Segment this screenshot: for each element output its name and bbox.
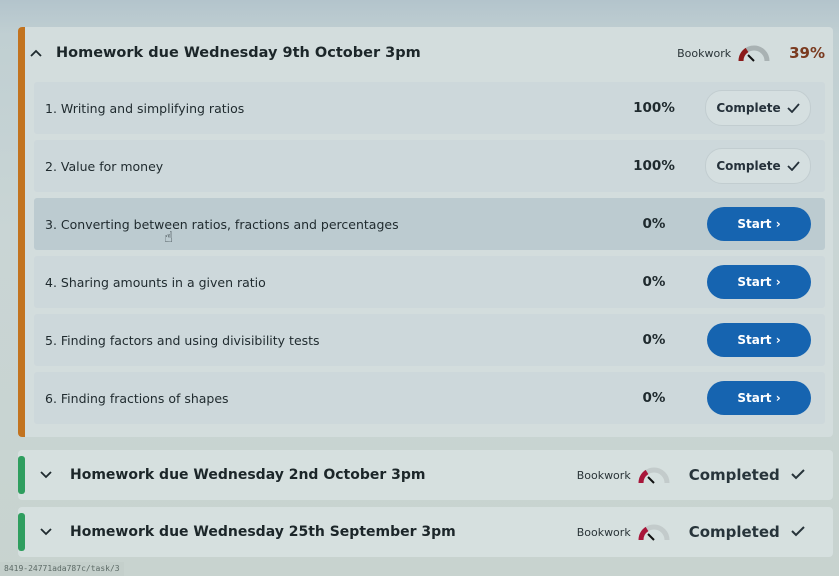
- complete-button[interactable]: Complete: [705, 148, 811, 184]
- chevron-right-icon: ›: [775, 275, 781, 289]
- start-button[interactable]: Start ›: [707, 381, 811, 415]
- bookwork-label: Bookwork: [677, 46, 732, 60]
- task-row[interactable]: 1. Writing and simplifying ratios 100% C…: [34, 82, 825, 134]
- bookwork-gauge-icon: [738, 45, 770, 62]
- task-name: 3. Converting between ratios, fractions …: [45, 216, 399, 232]
- complete-button-label: Complete: [716, 101, 781, 115]
- task-percent: 0%: [642, 216, 666, 232]
- homework-panel-25-sep[interactable]: Homework due Wednesday 25th September 3p…: [18, 507, 833, 557]
- completed-status: Completed: [689, 523, 805, 541]
- start-button-label: Start: [737, 391, 772, 405]
- task-row[interactable]: 2. Value for money 100% Complete: [34, 140, 825, 192]
- start-button-label: Start: [737, 333, 772, 347]
- completed-status: Completed: [689, 466, 805, 484]
- bookwork-gauge-icon: [638, 524, 670, 541]
- start-button-label: Start: [737, 275, 772, 289]
- chevron-down-icon[interactable]: [36, 471, 56, 479]
- start-button[interactable]: Start ›: [707, 207, 811, 241]
- homework-panel-2-oct[interactable]: Homework due Wednesday 2nd October 3pm B…: [18, 450, 833, 500]
- task-percent: 0%: [642, 332, 666, 348]
- checkmark-icon: [791, 469, 805, 480]
- start-button[interactable]: Start ›: [707, 265, 811, 299]
- homework-header[interactable]: Homework due Wednesday 2nd October 3pm B…: [18, 450, 833, 500]
- task-row[interactable]: 4. Sharing amounts in a given ratio 0% S…: [34, 256, 825, 308]
- start-button-label: Start: [737, 217, 772, 231]
- task-name: 6. Finding fractions of shapes: [45, 390, 229, 406]
- homework-title: Homework due Wednesday 9th October 3pm: [56, 45, 421, 61]
- checkmark-icon: [791, 526, 805, 537]
- complete-button[interactable]: Complete: [705, 90, 811, 126]
- task-list: 1. Writing and simplifying ratios 100% C…: [34, 82, 825, 430]
- task-name: 1. Writing and simplifying ratios: [45, 100, 245, 116]
- task-percent: 100%: [633, 100, 675, 116]
- task-percent: 0%: [642, 390, 666, 406]
- task-row[interactable]: 3. Converting between ratios, fractions …: [34, 198, 825, 250]
- bookwork-gauge-icon: [638, 467, 670, 484]
- chevron-up-icon[interactable]: [26, 49, 46, 57]
- task-name: 5. Finding factors and using divisibilit…: [45, 332, 320, 348]
- task-name: 2. Value for money: [45, 158, 164, 174]
- chevron-right-icon: ›: [775, 333, 781, 347]
- complete-button-label: Complete: [716, 159, 781, 173]
- chevron-right-icon: ›: [775, 217, 781, 231]
- homework-accent-bar: [18, 27, 25, 437]
- homework-title: Homework due Wednesday 2nd October 3pm: [70, 467, 426, 483]
- task-name: 4. Sharing amounts in a given ratio: [45, 274, 266, 290]
- task-percent: 0%: [642, 274, 666, 290]
- checkmark-icon: [787, 103, 800, 113]
- completed-label: Completed: [688, 466, 780, 484]
- hand-pointer-icon: ☝: [164, 228, 174, 246]
- bookwork-label: Bookwork: [576, 468, 631, 482]
- homework-header[interactable]: Homework due Wednesday 9th October 3pm B…: [18, 27, 833, 79]
- homework-progress: 39%: [789, 44, 825, 62]
- chevron-right-icon: ›: [775, 391, 781, 405]
- task-row[interactable]: 5. Finding factors and using divisibilit…: [34, 314, 825, 366]
- task-percent: 100%: [633, 158, 675, 174]
- start-button[interactable]: Start ›: [707, 323, 811, 357]
- checkmark-icon: [787, 161, 800, 171]
- homework-title: Homework due Wednesday 25th September 3p…: [70, 524, 456, 540]
- status-bar-url: 8419-24771ada787c/task/3: [0, 562, 124, 576]
- homework-header[interactable]: Homework due Wednesday 25th September 3p…: [18, 507, 833, 557]
- chevron-down-icon[interactable]: [36, 528, 56, 536]
- completed-label: Completed: [688, 523, 780, 541]
- task-row[interactable]: 6. Finding fractions of shapes 0% Start …: [34, 372, 825, 424]
- homework-panel-9-oct: Homework due Wednesday 9th October 3pm B…: [18, 27, 833, 437]
- bookwork-label: Bookwork: [576, 525, 631, 539]
